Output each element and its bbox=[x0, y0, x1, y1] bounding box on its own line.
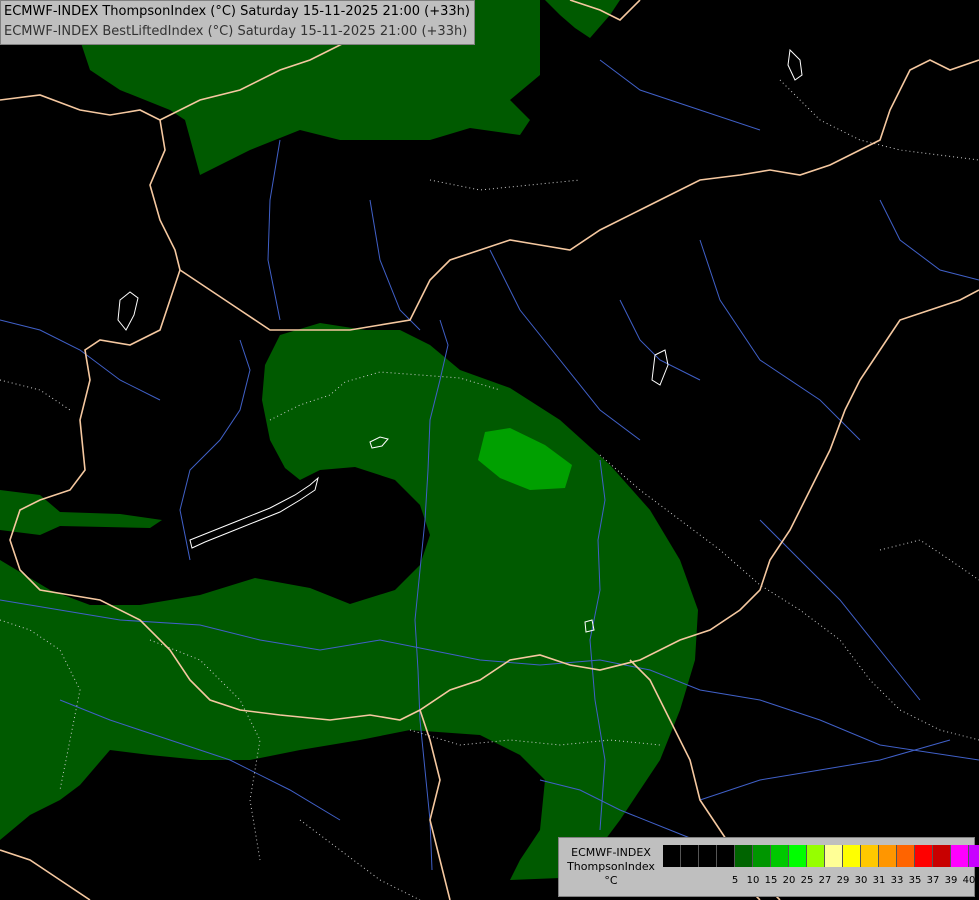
legend-parameter: ThompsonIndex bbox=[567, 860, 655, 873]
legend-tick-label: 27 bbox=[818, 875, 832, 886]
legend-swatch bbox=[897, 845, 915, 867]
legend-tick-label: 10 bbox=[746, 875, 760, 886]
weather-map bbox=[0, 0, 979, 900]
legend-tick-label: 15 bbox=[764, 875, 778, 886]
legend-swatch bbox=[879, 845, 897, 867]
legend-tick-label: 25 bbox=[800, 875, 814, 886]
legend-tick-label: 29 bbox=[836, 875, 850, 886]
legend-swatch bbox=[663, 845, 681, 867]
legend-tick-label: 30 bbox=[854, 875, 868, 886]
legend-tick-label: 20 bbox=[782, 875, 796, 886]
legend-swatch bbox=[933, 845, 951, 867]
map-title-lifted: ECMWF-INDEX BestLiftedIndex (°C) Saturda… bbox=[4, 24, 468, 39]
legend-swatch bbox=[969, 845, 979, 867]
legend-swatch bbox=[699, 845, 717, 867]
legend-tick-label: 35 bbox=[908, 875, 922, 886]
legend-swatch bbox=[753, 845, 771, 867]
legend-tick-label: 37 bbox=[926, 875, 940, 886]
legend-tick-label: 31 bbox=[872, 875, 886, 886]
legend-swatch bbox=[771, 845, 789, 867]
legend-swatch bbox=[807, 845, 825, 867]
legend-swatch bbox=[951, 845, 969, 867]
legend-ticks: 51015202527293031333537394045505560 bbox=[663, 875, 976, 889]
legend-swatch bbox=[717, 845, 735, 867]
legend-tick-label: 39 bbox=[944, 875, 958, 886]
legend-swatch bbox=[861, 845, 879, 867]
legend-tick-label: 33 bbox=[890, 875, 904, 886]
legend-swatch bbox=[843, 845, 861, 867]
legend-swatch bbox=[915, 845, 933, 867]
legend-tick-label: 5 bbox=[731, 875, 739, 886]
legend-model: ECMWF-INDEX bbox=[571, 846, 651, 859]
legend-swatch bbox=[735, 845, 753, 867]
map-title-box: ECMWF-INDEX ThompsonIndex (°C) Saturday … bbox=[0, 0, 475, 45]
legend-swatch bbox=[681, 845, 699, 867]
legend-unit: °C bbox=[604, 874, 618, 887]
map-title-thompson: ECMWF-INDEX ThompsonIndex (°C) Saturday … bbox=[4, 4, 470, 19]
legend-swatches bbox=[663, 845, 979, 867]
legend-swatch bbox=[825, 845, 843, 867]
legend-swatch bbox=[789, 845, 807, 867]
color-legend: ECMWF-INDEX ThompsonIndex °C 5 10 15 20 25 27… bbox=[558, 837, 979, 897]
legend-tick-label: 40 bbox=[962, 875, 976, 886]
map-viewer: ECMWF-INDEX ThompsonIndex (°C) Saturday … bbox=[0, 0, 979, 900]
legend-label: ECMWF-INDEX ThompsonIndex °C bbox=[563, 846, 659, 888]
